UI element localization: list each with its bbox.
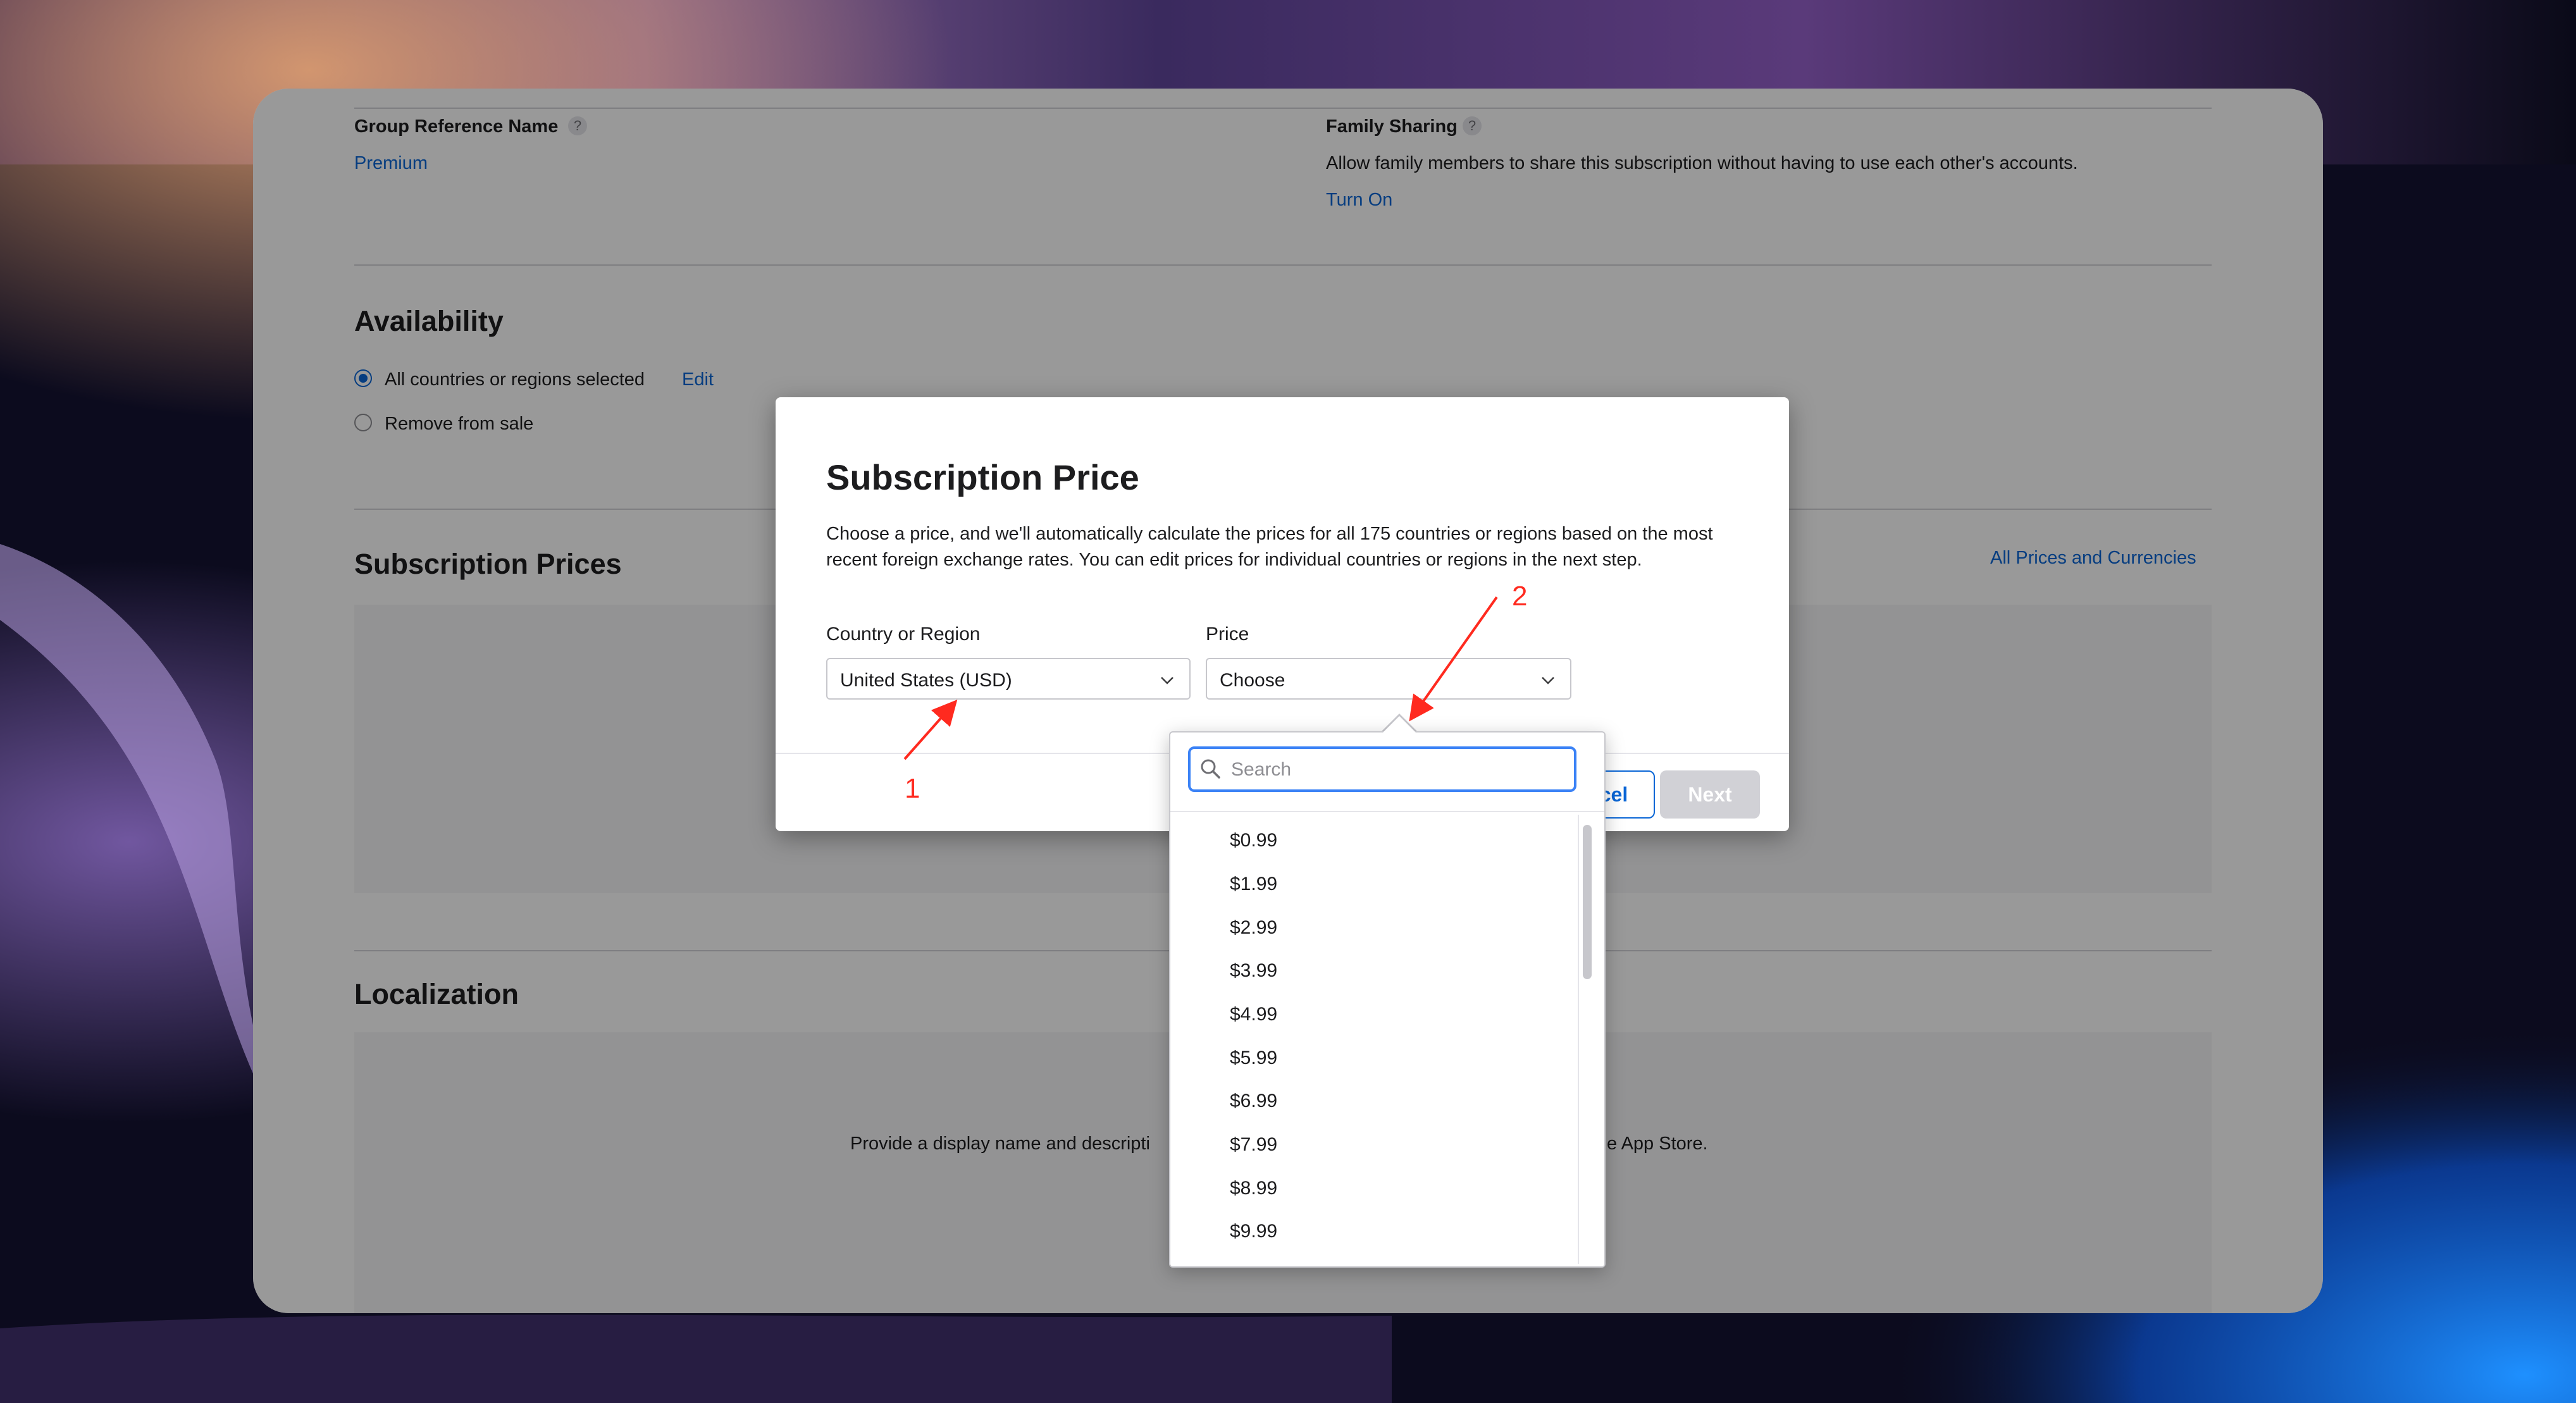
search-icon xyxy=(1201,759,1220,779)
price-option-label: $3.99 xyxy=(1230,960,1278,981)
price-option[interactable]: $6.99 xyxy=(1170,1082,1575,1120)
price-option[interactable]: $4.99 xyxy=(1170,995,1575,1033)
price-option[interactable]: $9.99 xyxy=(1170,1212,1575,1250)
price-option[interactable]: $3.99 xyxy=(1170,951,1575,989)
price-label: Price xyxy=(1206,624,1249,645)
price-option-label: $7.99 xyxy=(1230,1134,1278,1155)
chevron-down-icon xyxy=(1161,677,1173,684)
dropdown-divider xyxy=(1170,811,1604,812)
price-value: Choose xyxy=(1220,670,1285,691)
country-label: Country or Region xyxy=(826,624,981,645)
price-option-label: $8.99 xyxy=(1230,1178,1278,1199)
annotation-number-1: 1 xyxy=(905,773,920,804)
chevron-down-icon xyxy=(1542,677,1554,684)
country-select[interactable]: United States (USD) xyxy=(826,658,1191,700)
price-option-label: $0.99 xyxy=(1230,830,1278,851)
price-option-label: $9.99 xyxy=(1230,1221,1278,1242)
scrollbar-thumb[interactable] xyxy=(1583,825,1592,979)
annotation-number-2: 2 xyxy=(1512,581,1528,612)
search-input[interactable] xyxy=(1230,757,1561,783)
price-option[interactable]: $2.99 xyxy=(1170,908,1575,946)
price-option[interactable]: $7.99 xyxy=(1170,1125,1575,1163)
price-select[interactable]: Choose xyxy=(1206,658,1571,700)
dialog-description: Choose a price, and we'll automatically … xyxy=(826,524,1713,570)
price-option-label: $1.99 xyxy=(1230,874,1278,894)
price-option-label: $5.99 xyxy=(1230,1048,1278,1068)
dialog-title: Subscription Price xyxy=(826,457,1139,497)
price-option[interactable]: $8.99 xyxy=(1170,1169,1575,1207)
price-option[interactable]: $0.99 xyxy=(1170,821,1575,859)
price-option-label: $4.99 xyxy=(1230,1004,1278,1025)
price-options-list: $0.99 $1.99 $2.99 $3.99 $4.99 $5.99 $6.9… xyxy=(1170,821,1588,1264)
price-option[interactable]: $5.99 xyxy=(1170,1039,1575,1077)
price-option-label: $6.99 xyxy=(1230,1091,1278,1111)
country-value: United States (USD) xyxy=(840,670,1012,691)
dropdown-scrollbar[interactable] xyxy=(1578,815,1594,1264)
next-button[interactable]: Next xyxy=(1660,770,1760,819)
price-dropdown: $0.99 $1.99 $2.99 $3.99 $4.99 $5.99 $6.9… xyxy=(1169,731,1606,1268)
price-search-field[interactable] xyxy=(1188,746,1576,792)
popover-arrow-fill xyxy=(1383,716,1416,732)
price-option-label: $2.99 xyxy=(1230,917,1278,938)
price-option[interactable]: $1.99 xyxy=(1170,865,1575,903)
